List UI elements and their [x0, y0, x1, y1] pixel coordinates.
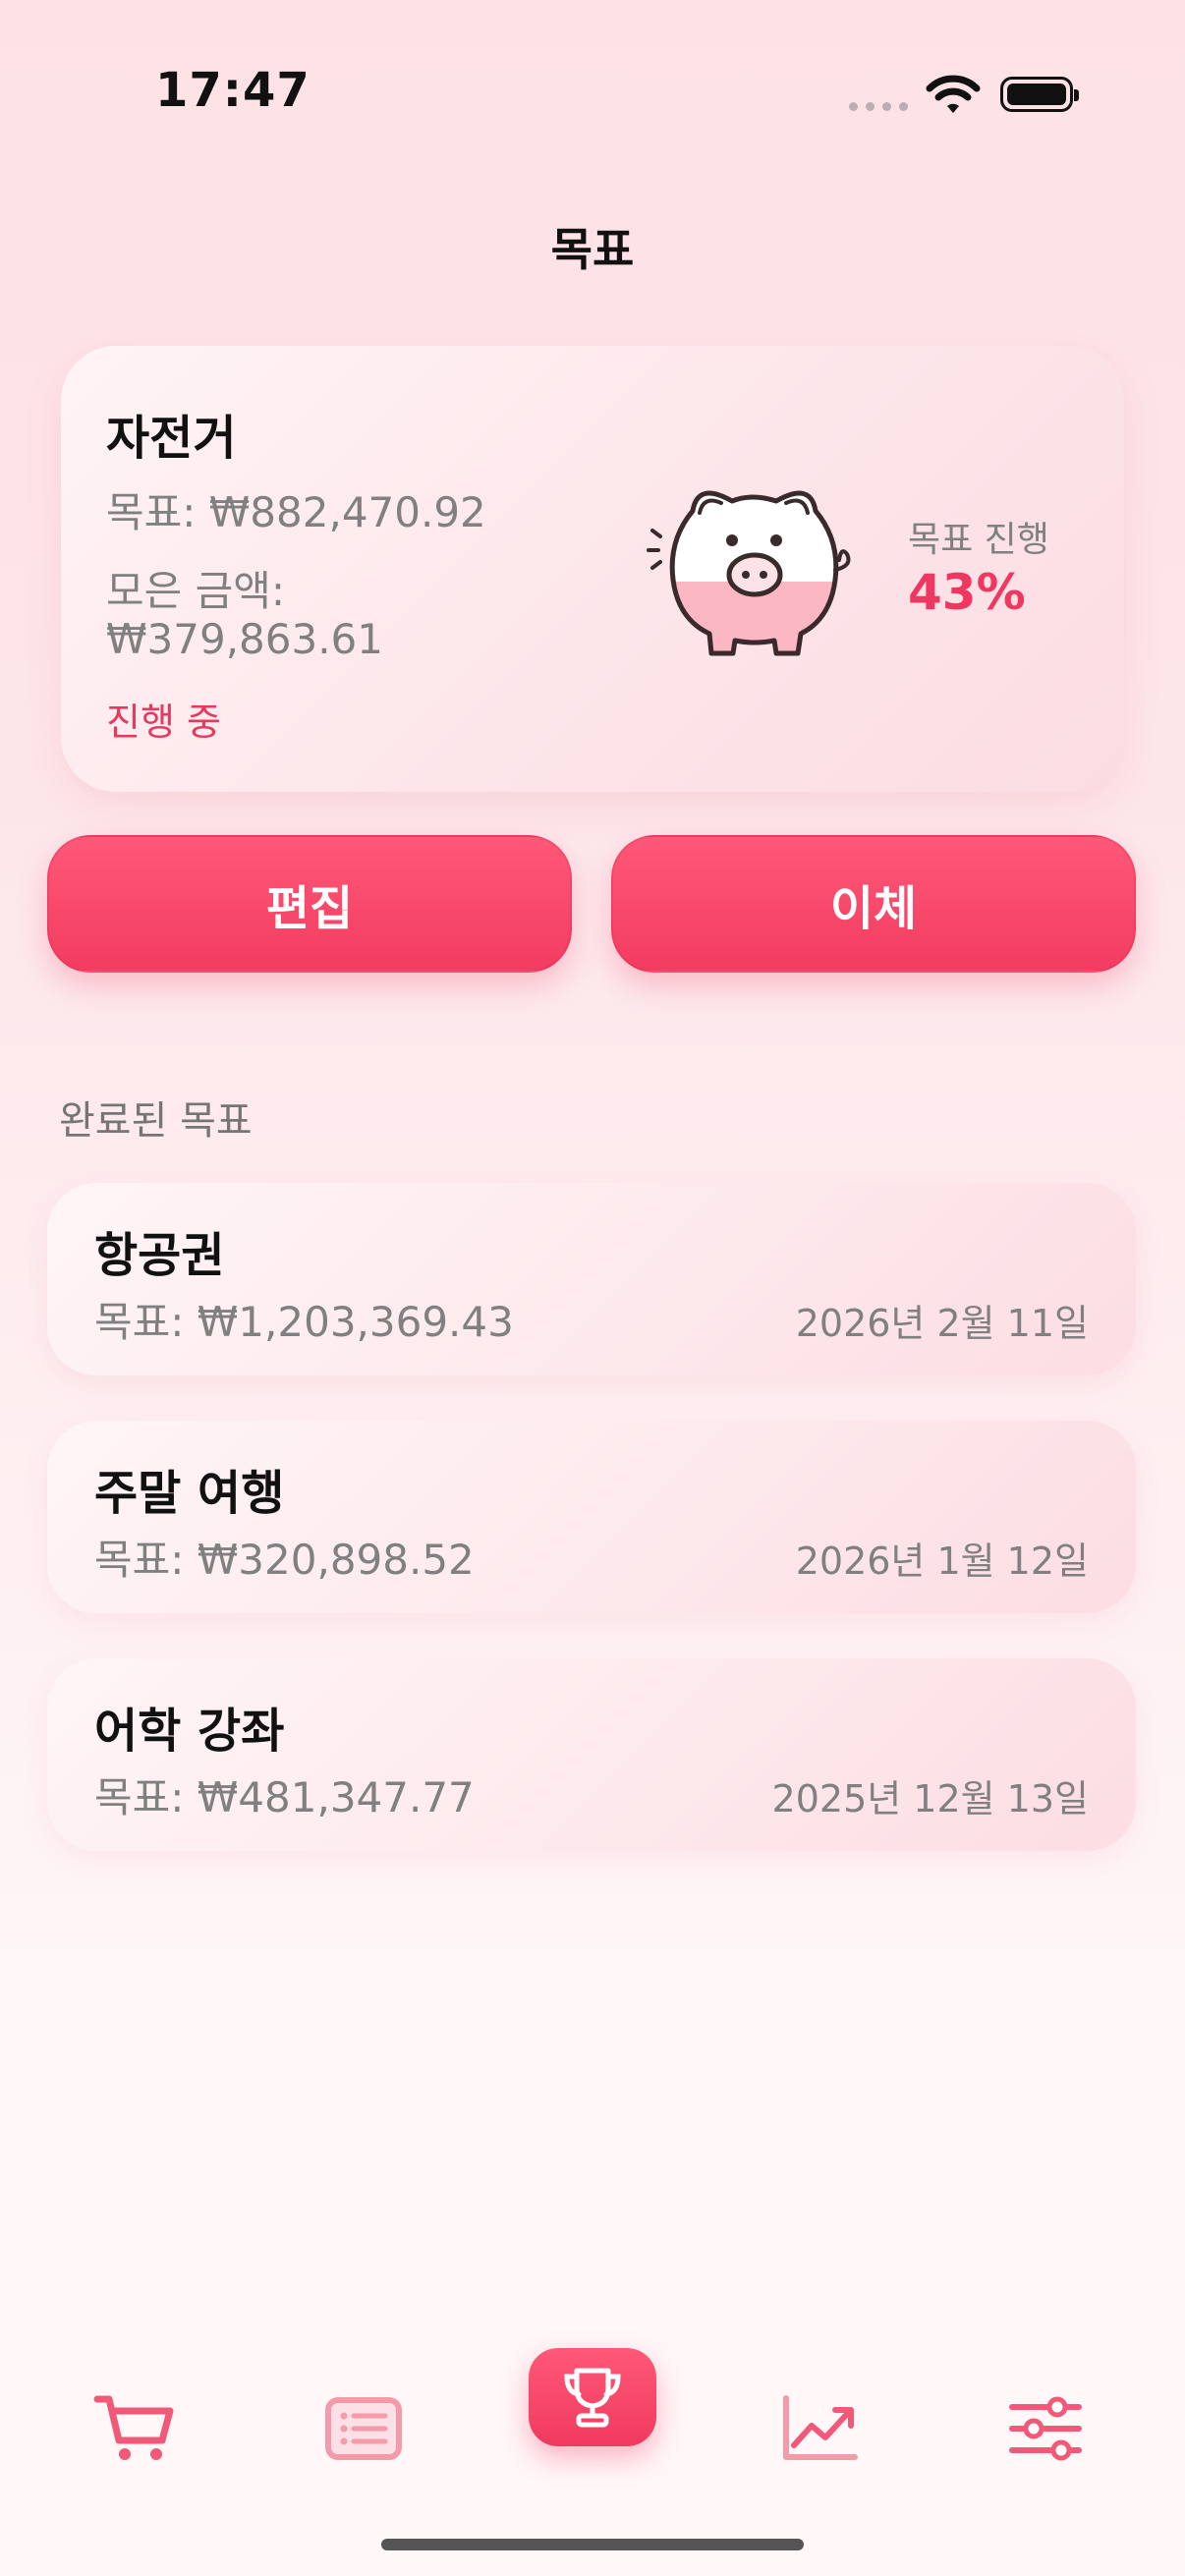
completed-goal-name: 항공권 [94, 1228, 225, 1283]
completed-goal-card[interactable]: 주말 여행 목표: ₩320,898.52 2026년 1월 12일 [47, 1421, 1136, 1613]
completed-goal-name: 주말 여행 [94, 1466, 285, 1521]
cellular-signal-icon [849, 102, 908, 111]
tab-settings[interactable] [987, 2370, 1104, 2488]
completed-goal-date: 2026년 2월 11일 [795, 1302, 1089, 1345]
wifi-icon [926, 75, 981, 113]
goal-saved-value: ₩379,863.61 [106, 615, 384, 663]
sliders-icon [1009, 2396, 1082, 2461]
chart-icon [783, 2395, 858, 2460]
progress-value: 43% [908, 564, 1026, 621]
page-title: 목표 [550, 223, 635, 276]
tab-cart[interactable] [77, 2370, 195, 2488]
goal-status: 진행 중 [106, 700, 221, 744]
completed-goal-date: 2025년 12월 13일 [771, 1777, 1089, 1820]
completed-goal-name: 어학 강좌 [94, 1704, 285, 1759]
completed-goal-card[interactable]: 어학 강좌 목표: ₩481,347.77 2025년 12월 13일 [47, 1658, 1136, 1851]
goal-name: 자전거 [106, 411, 237, 466]
home-indicator [381, 2539, 804, 2550]
completed-goal-date: 2026년 1월 12일 [795, 1540, 1089, 1583]
battery-icon [1000, 77, 1079, 112]
tab-reports[interactable] [761, 2370, 878, 2488]
tab-goals[interactable] [529, 2348, 656, 2446]
trophy-icon [564, 2368, 621, 2428]
completed-section-title: 완료된 목표 [59, 1098, 253, 1144]
completed-goal-target: 목표: ₩1,203,369.43 [94, 1298, 514, 1346]
transfer-button[interactable]: 이체 [611, 835, 1136, 973]
completed-goal-card[interactable]: 항공권 목표: ₩1,203,369.43 2026년 2월 11일 [47, 1183, 1136, 1375]
goal-target: 목표: ₩882,470.92 [106, 488, 486, 536]
cart-icon [93, 2395, 174, 2460]
tab-transactions[interactable] [305, 2370, 423, 2488]
status-time: 17:47 [155, 63, 310, 118]
completed-goal-target: 목표: ₩481,347.77 [94, 1773, 475, 1821]
piggy-bank-icon [647, 490, 851, 656]
goal-saved-label: 모은 금액: [106, 567, 286, 615]
completed-goal-target: 목표: ₩320,898.52 [94, 1536, 475, 1584]
edit-button[interactable]: 편집 [47, 835, 572, 973]
progress-label: 목표 진행 [908, 520, 1049, 560]
list-icon [325, 2397, 402, 2460]
